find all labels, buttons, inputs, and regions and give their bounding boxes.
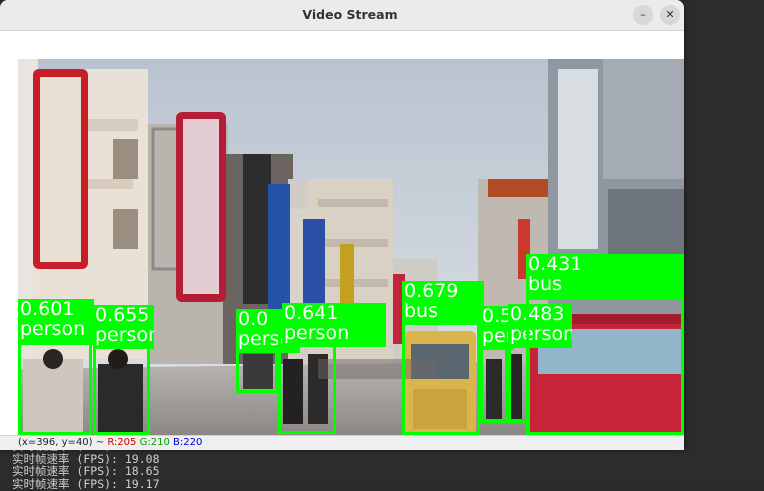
detection-score: 0.655 <box>95 305 150 326</box>
detection-label: 0.641 person <box>282 303 386 347</box>
detection-score: 0.641 <box>284 303 339 324</box>
status-bar: (x=396, y=40) ~ R:205 G:210 B:220 <box>0 435 684 450</box>
window-title: Video Stream <box>302 7 398 22</box>
detection-class: person <box>284 322 350 344</box>
detection-box <box>526 281 684 435</box>
detection-label: 0.655 person <box>93 305 154 349</box>
detection-box <box>278 335 336 434</box>
detection-class: bus <box>528 273 563 295</box>
pixel-red-value: R:205 <box>107 437 137 448</box>
pixel-blue-value: B:220 <box>173 437 203 448</box>
video-canvas-area[interactable]: 0.601 person 0.655 person 0.0 person 0.6… <box>0 31 684 435</box>
title-bar[interactable]: Video Stream – ✕ <box>0 0 684 31</box>
terminal-line: 实时帧速率 (FPS): 18.65 <box>12 464 160 478</box>
minimize-button[interactable]: – <box>633 5 653 25</box>
detection-score: 0.601 <box>20 298 75 320</box>
detection-label: 0.679 bus <box>402 281 484 325</box>
detection-label: 0.431 bus <box>526 254 684 300</box>
video-stream-window: Video Stream – ✕ 0.601 person 0.655 pers… <box>0 0 684 450</box>
detection-class: person <box>20 318 86 340</box>
minimize-icon: – <box>640 8 646 21</box>
detection-score: 0.431 <box>528 253 583 275</box>
detection-class: bus <box>404 300 439 322</box>
detection-box <box>402 309 480 435</box>
cursor-coordinates: (x=396, y=40) ~ <box>18 437 105 448</box>
close-icon: ✕ <box>665 8 675 21</box>
pixel-green-value: G:210 <box>139 437 170 448</box>
video-frame[interactable]: 0.601 person 0.655 person 0.0 person 0.6… <box>18 59 684 435</box>
detection-score: 0.679 <box>404 280 459 302</box>
close-button[interactable]: ✕ <box>660 5 680 25</box>
terminal-line: 实时帧速率 (FPS): 19.17 <box>12 476 160 491</box>
detection-label: 0.601 person <box>18 299 94 345</box>
detection-class: person <box>95 324 154 346</box>
